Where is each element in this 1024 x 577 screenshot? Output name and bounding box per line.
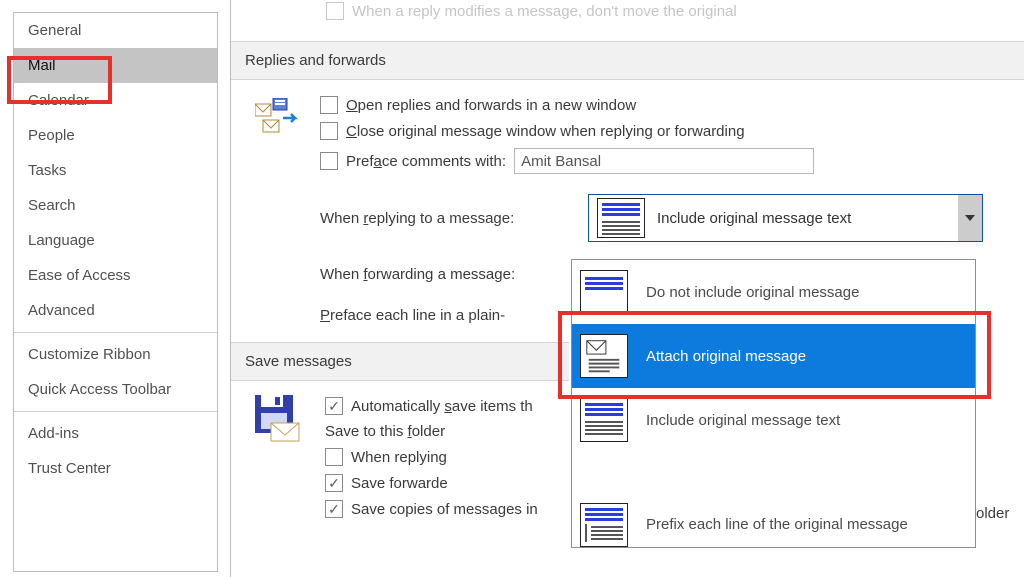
sidebar-item-ease-of-access[interactable]: Ease of Access xyxy=(14,258,217,293)
options-sidebar: General Mail Calendar People Tasks Searc… xyxy=(13,12,218,572)
dd-attach-original[interactable]: Attach original message xyxy=(572,324,975,388)
dd-label-prefix: Prefix each line of the original message xyxy=(646,516,908,533)
label-save-folder: Save to this folder xyxy=(325,423,445,440)
dd-gap-item xyxy=(572,452,975,502)
dd-label-do-not-include: Do not include original message xyxy=(646,284,859,301)
checkbox-preface-comments[interactable] xyxy=(320,152,338,170)
checkbox-save-forwarded[interactable] xyxy=(325,474,343,492)
reply-style-icon xyxy=(597,198,645,238)
sidebar-separator xyxy=(14,411,217,412)
sidebar-item-general[interactable]: General xyxy=(14,13,217,48)
dd-icon-do-not-include xyxy=(580,270,628,314)
preface-comments-input[interactable] xyxy=(514,148,814,174)
label-when-replying-save: When replying xyxy=(351,449,447,466)
sidebar-item-customize-ribbon[interactable]: Customize Ribbon xyxy=(14,337,217,372)
label-when-forwarding: When forwarding a message: xyxy=(320,266,580,283)
when-replying-selected-value: Include original message text xyxy=(657,210,851,227)
sidebar-item-trust-center[interactable]: Trust Center xyxy=(14,451,217,486)
sidebar-item-advanced[interactable]: Advanced xyxy=(14,293,217,328)
select-caret-icon xyxy=(958,195,982,241)
label-auto-save: Automatically save items th xyxy=(351,398,533,415)
sidebar-item-calendar[interactable]: Calendar xyxy=(14,83,217,118)
dd-prefix-each-line[interactable]: Prefix each line of the original message xyxy=(572,502,975,547)
checkbox-prev-option[interactable] xyxy=(326,2,344,20)
label-save-forwarded: Save forwarde xyxy=(351,475,448,492)
label-save-copies: Save copies of messages in xyxy=(351,501,538,518)
save-section-icon xyxy=(255,395,305,443)
label-open-replies: Open replies and forwards in a new windo… xyxy=(346,97,636,114)
prev-option-label: When a reply modifies a message, don't m… xyxy=(352,3,737,20)
dd-label-attach: Attach original message xyxy=(646,348,806,365)
label-close-original: Close original message window when reply… xyxy=(346,123,745,140)
section-header-replies: Replies and forwards xyxy=(231,41,1024,80)
label-when-replying: When replying to a message: xyxy=(320,210,580,227)
sidebar-item-language[interactable]: Language xyxy=(14,223,217,258)
section-header-save: Save messages xyxy=(231,342,569,381)
checkbox-save-copies[interactable] xyxy=(325,500,343,518)
checkbox-close-original[interactable] xyxy=(320,122,338,140)
dd-do-not-include[interactable]: Do not include original message xyxy=(572,260,975,324)
sidebar-item-tasks[interactable]: Tasks xyxy=(14,153,217,188)
dd-label-include-text: Include original message text xyxy=(646,412,840,429)
label-preface-comments: Preface comments with: xyxy=(346,153,506,170)
sidebar-item-search[interactable]: Search xyxy=(14,188,217,223)
checkbox-auto-save[interactable] xyxy=(325,397,343,415)
dd-include-text[interactable]: Include original message text xyxy=(572,388,975,452)
dd-icon-include-text xyxy=(580,398,628,442)
when-replying-select[interactable]: Include original message text xyxy=(588,194,983,242)
sidebar-item-people[interactable]: People xyxy=(14,118,217,153)
dd-icon-attach xyxy=(580,334,628,378)
sidebar-item-quick-access-toolbar[interactable]: Quick Access Toolbar xyxy=(14,372,217,407)
checkbox-when-replying-save[interactable] xyxy=(325,448,343,466)
checkbox-open-replies[interactable] xyxy=(320,96,338,114)
reply-style-dropdown[interactable]: Do not include original message Attach o… xyxy=(571,259,976,548)
dd-icon-prefix xyxy=(580,503,628,547)
sidebar-item-add-ins[interactable]: Add-ins xyxy=(14,416,217,451)
replies-section-icon xyxy=(255,98,300,138)
fragment-older: older xyxy=(976,505,1009,522)
label-preface-plain: Preface each line in a plain- xyxy=(320,307,580,324)
sidebar-item-mail[interactable]: Mail xyxy=(14,48,217,83)
sidebar-separator xyxy=(14,332,217,333)
